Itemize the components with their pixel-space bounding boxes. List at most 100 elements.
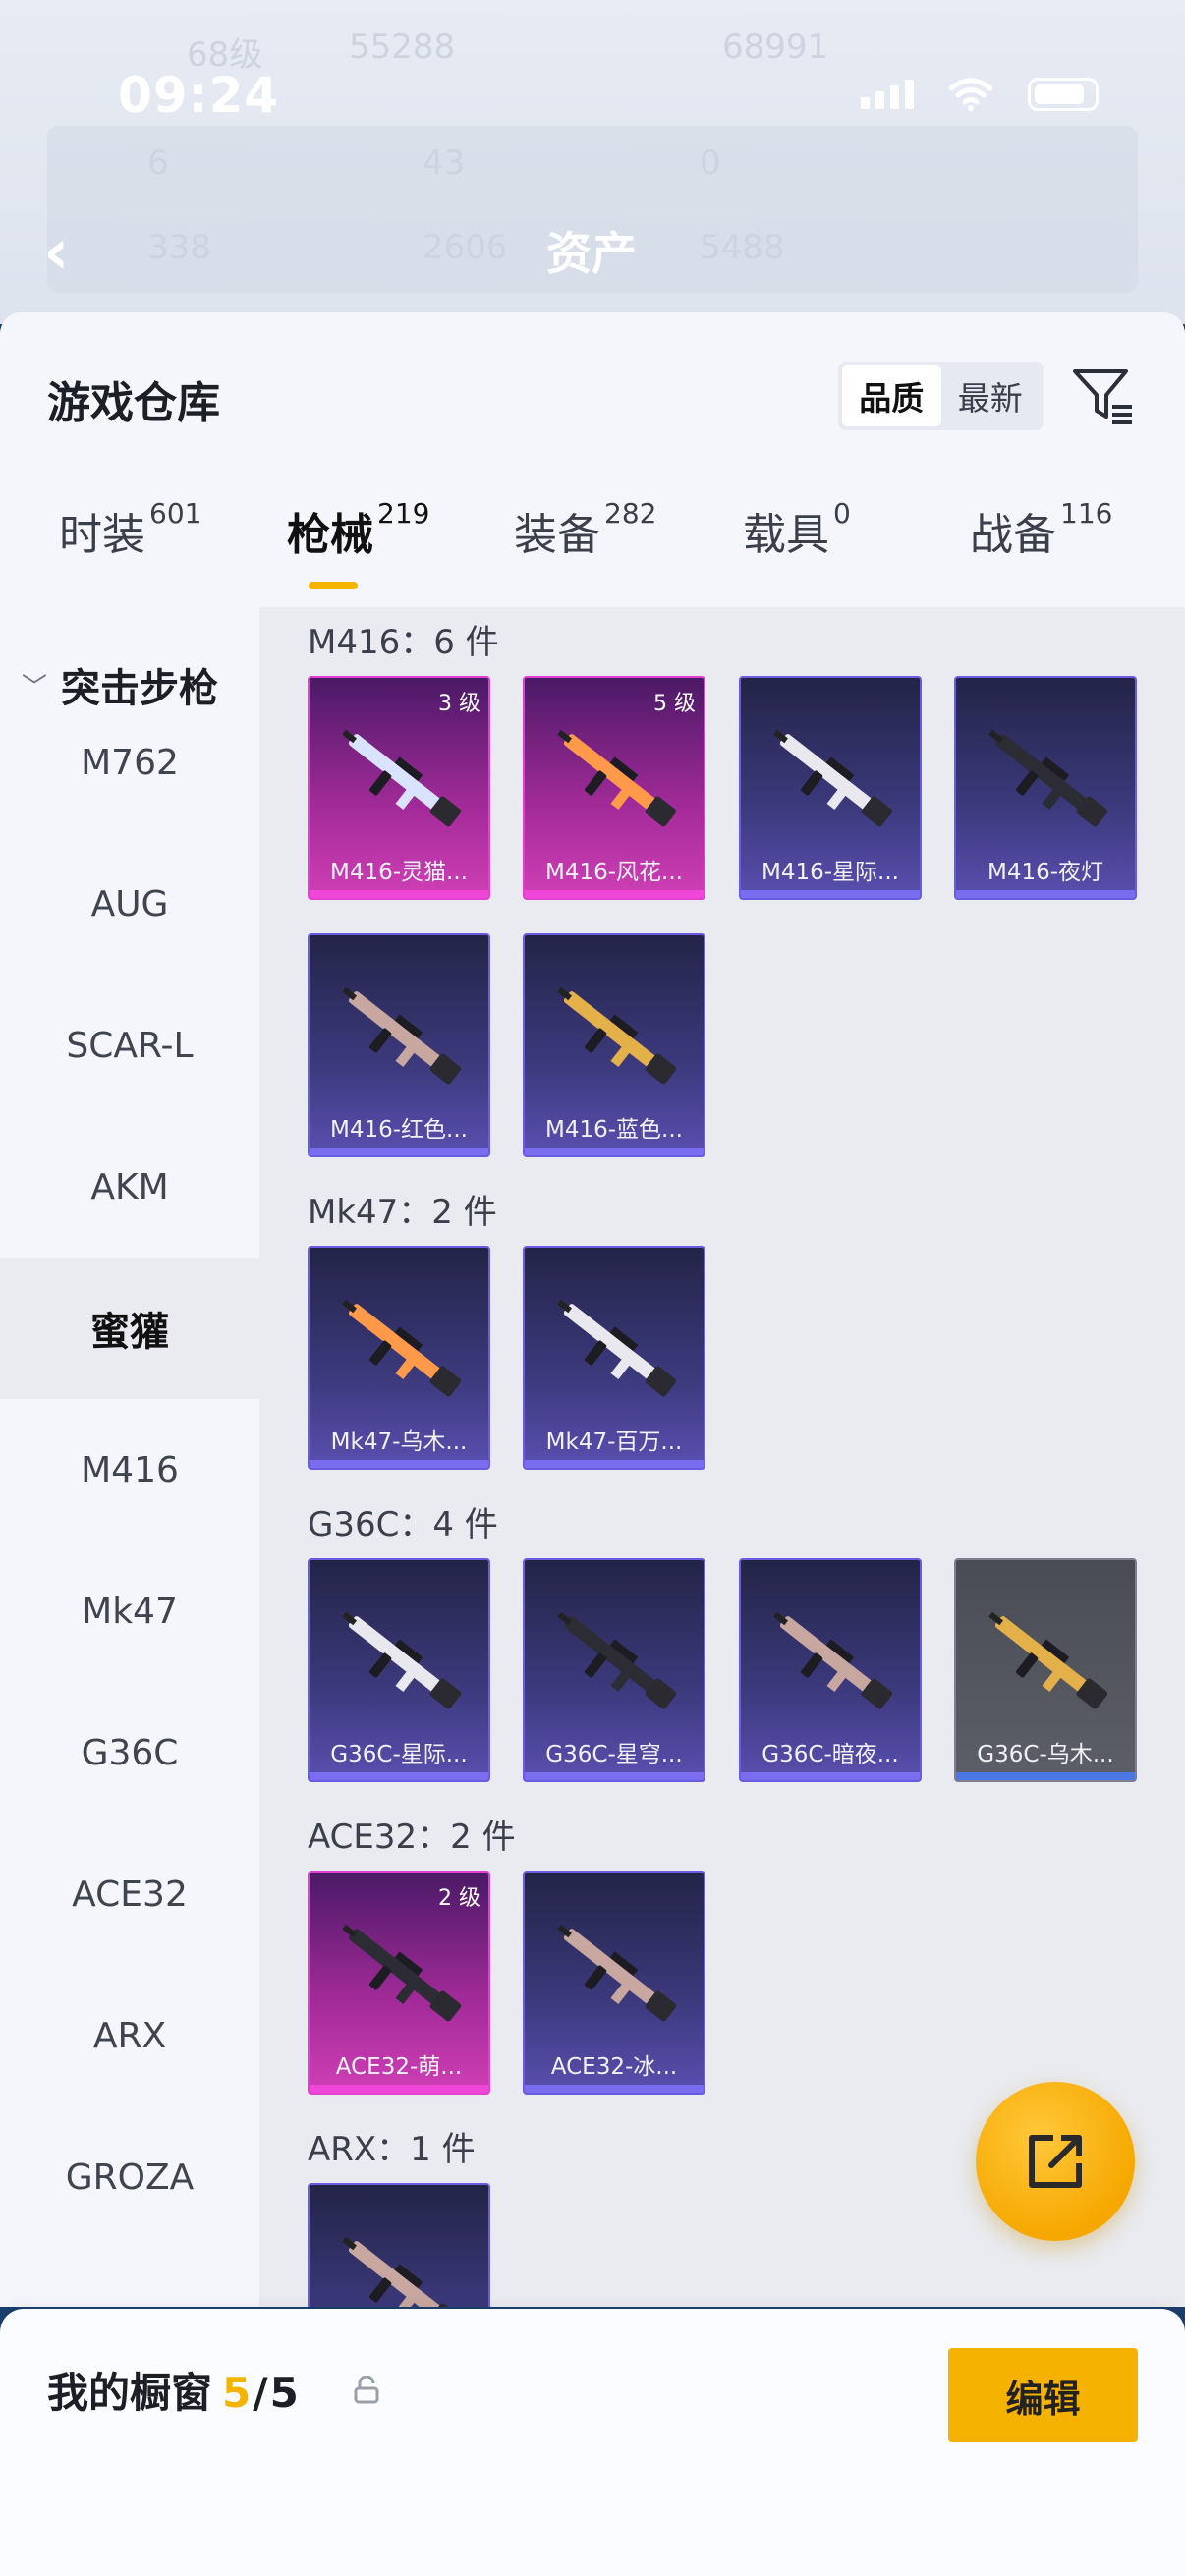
weapon-name: M416-蓝色... xyxy=(545,1117,683,1143)
item-level-badge: 2 级 xyxy=(438,1886,480,1911)
weapon-name: M416-灵猫... xyxy=(330,860,468,885)
ghost-text: 68991 xyxy=(722,28,829,67)
rarity-bar xyxy=(310,2085,488,2093)
wifi-icon xyxy=(948,78,993,111)
status-time: 09:24 xyxy=(118,67,280,124)
weapon-card[interactable]: G36C-暗夜... xyxy=(739,1558,922,1782)
weapon-card[interactable]: Mk47-百万... xyxy=(523,1246,705,1470)
back-arrow-icon[interactable]: ‹ xyxy=(43,216,69,289)
rarity-bar xyxy=(525,1148,704,1155)
background-header: 68级 55288 68991 6 43 0 338 2606 5488 ‹ 资… xyxy=(0,0,1185,324)
lock-icon[interactable] xyxy=(354,2376,379,2405)
sidebar-item-scar-l[interactable]: SCAR-L xyxy=(0,975,259,1116)
tab-count: 282 xyxy=(604,497,657,530)
ghost-text: 5488 xyxy=(700,228,785,267)
weapon-name: M416-红色... xyxy=(330,1117,468,1143)
filter-icon[interactable] xyxy=(1069,362,1138,430)
rarity-bar xyxy=(310,1772,488,1780)
active-tab-indicator xyxy=(309,582,358,589)
sidebar-item-m416[interactable]: M416 xyxy=(0,1399,259,1540)
rifle-icon xyxy=(342,1299,462,1397)
tab-count: 219 xyxy=(377,497,430,530)
weapon-card[interactable]: 3 级 M416-灵猫... xyxy=(308,676,490,900)
sidebar-item-ace32[interactable]: ACE32 xyxy=(0,1823,259,1965)
rarity-bar xyxy=(741,890,920,898)
sidebar-item-akm[interactable]: AKM xyxy=(0,1116,259,1258)
weapon-card[interactable]: 5 级 M416-风花... xyxy=(523,676,705,900)
tab-label: 战备 xyxy=(970,510,1056,560)
sort-option-newest[interactable]: 最新 xyxy=(941,365,1041,426)
sidebar-item-mk47[interactable]: Mk47 xyxy=(0,1540,259,1682)
ghost-text: 55288 xyxy=(349,28,456,67)
weapon-name: ACE32-冰... xyxy=(550,2054,678,2080)
edit-button[interactable]: 编辑 xyxy=(948,2348,1138,2442)
rarity-bar xyxy=(525,890,704,898)
weapon-card[interactable]: M416-夜灯 xyxy=(954,676,1137,900)
tab-vehicles[interactable]: 载具 0 xyxy=(743,497,851,562)
weapon-name: M416-夜灯 xyxy=(987,860,1104,885)
rifle-icon xyxy=(342,2236,462,2307)
weapon-name: ACE32-萌... xyxy=(335,2054,463,2080)
section-title: Mk47：2 件 xyxy=(308,1193,497,1232)
sidebar-item-aug[interactable]: AUG xyxy=(0,833,259,975)
sheet-header: 游戏仓库 品质 最新 时装 601 枪械 219 装备 282 载具 0 战备 … xyxy=(0,312,1185,607)
sidebar-item-m762[interactable]: M762 xyxy=(0,692,259,833)
sidebar-item-g36c[interactable]: G36C xyxy=(0,1682,259,1823)
ghost-text: 2606 xyxy=(423,228,508,267)
rifle-icon xyxy=(342,1924,462,2022)
weapon-name: M416-星际... xyxy=(762,860,899,885)
rifle-icon xyxy=(342,986,462,1085)
showcase-total: 5 xyxy=(269,2369,299,2417)
signal-icon xyxy=(861,80,914,109)
sidebar-item-arx[interactable]: ARX xyxy=(0,1965,259,2106)
tab-guns[interactable]: 枪械 219 xyxy=(287,497,430,562)
weapon-name: Mk47-乌木... xyxy=(330,1429,468,1455)
rarity-bar xyxy=(525,2085,704,2093)
ghost-text: 338 xyxy=(147,228,211,267)
rarity-bar xyxy=(525,1772,704,1780)
section-title: ACE32：2 件 xyxy=(308,1818,516,1857)
rifle-icon xyxy=(557,729,677,827)
weapon-name: G36C-乌木... xyxy=(977,1742,1114,1767)
rarity-bar xyxy=(741,1772,920,1780)
status-icons xyxy=(861,77,1099,112)
weapon-card[interactable]: 2 级 ACE32-萌... xyxy=(308,1871,490,2095)
tab-equipment[interactable]: 装备 282 xyxy=(514,497,657,562)
rarity-bar xyxy=(310,1148,488,1155)
rarity-bar xyxy=(956,1772,1135,1780)
battery-icon xyxy=(1028,78,1099,111)
section-title: M416：6 件 xyxy=(308,623,499,662)
rifle-icon xyxy=(342,1611,462,1709)
weapon-card[interactable]: M416-星际... xyxy=(739,676,922,900)
rifle-icon xyxy=(342,729,462,827)
rifle-icon xyxy=(773,729,893,827)
weapon-grid: M416：6 件 3 级 M416-灵猫... 5 级 M416-风花... M416-星… xyxy=(259,607,1185,2307)
weapon-card[interactable]: G36C-星际... xyxy=(308,1558,490,1782)
weapon-card[interactable] xyxy=(308,2183,490,2307)
rarity-bar xyxy=(310,890,488,898)
warehouse-sheet: 游戏仓库 品质 最新 时装 601 枪械 219 装备 282 载具 0 战备 … xyxy=(0,312,1185,2307)
rifle-icon xyxy=(557,1924,677,2022)
weapon-card[interactable]: M416-红色... xyxy=(308,933,490,1157)
rifle-icon xyxy=(557,1611,677,1709)
weapon-card[interactable]: G36C-星穹... xyxy=(523,1558,705,1782)
tab-label: 载具 xyxy=(743,510,829,560)
tab-label: 时装 xyxy=(59,510,145,560)
ghost-text: 0 xyxy=(700,143,721,183)
share-icon xyxy=(1029,2135,1082,2188)
page-title: 游戏仓库 xyxy=(47,378,220,428)
sidebar-item-honey-badger[interactable]: 蜜獾 xyxy=(0,1258,259,1399)
section-title: ARX：1 件 xyxy=(308,2130,476,2169)
weapon-card[interactable]: G36C-乌木... xyxy=(954,1558,1137,1782)
tab-label: 装备 xyxy=(514,510,600,560)
sort-option-quality[interactable]: 品质 xyxy=(842,365,941,426)
tab-fashion[interactable]: 时装 601 xyxy=(59,497,201,562)
weapon-name: G36C-星穹... xyxy=(545,1742,683,1767)
weapon-card[interactable]: ACE32-冰... xyxy=(523,1871,705,2095)
tab-supplies[interactable]: 战备 116 xyxy=(970,497,1113,562)
weapon-card[interactable]: Mk47-乌木... xyxy=(308,1246,490,1470)
tab-count: 116 xyxy=(1060,497,1113,530)
sidebar-item-groza[interactable]: GROZA xyxy=(0,2106,259,2248)
share-button[interactable] xyxy=(976,2082,1135,2241)
weapon-card[interactable]: M416-蓝色... xyxy=(523,933,705,1157)
